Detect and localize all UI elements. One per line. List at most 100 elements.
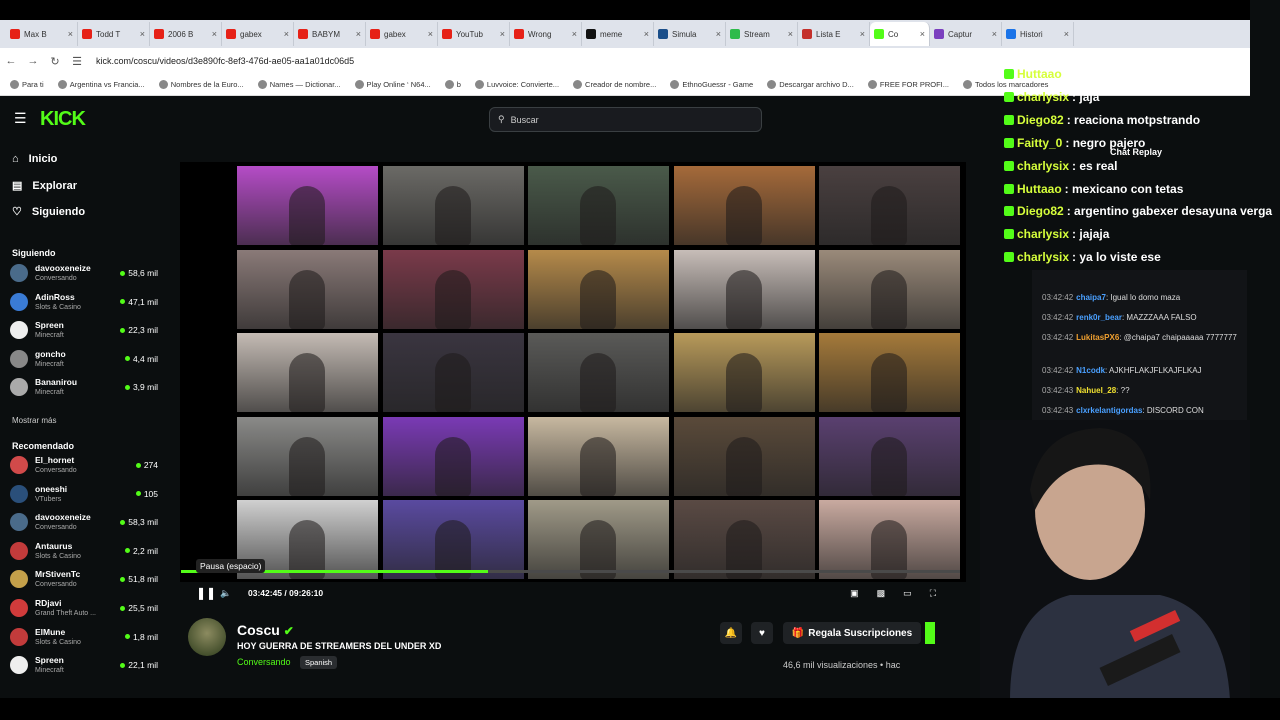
browser-tab[interactable]: gabex × bbox=[366, 22, 438, 46]
category-link[interactable]: Conversando bbox=[237, 657, 291, 667]
tab-favicon bbox=[298, 29, 308, 39]
close-icon[interactable]: × bbox=[500, 29, 505, 39]
browser-tab[interactable]: Simula × bbox=[654, 22, 726, 46]
browser-tab[interactable]: meme × bbox=[582, 22, 654, 46]
browser-tab[interactable]: Histori × bbox=[1002, 22, 1074, 46]
close-icon[interactable]: × bbox=[644, 29, 649, 39]
sidebar-channel[interactable]: davooxeneize Conversando 58,6 mil bbox=[10, 260, 158, 286]
fullscreen-icon[interactable]: ⛶ bbox=[930, 588, 936, 599]
miniplayer-icon[interactable]: ▣ bbox=[850, 588, 859, 599]
pause-icon[interactable]: ❚❚ bbox=[196, 586, 220, 600]
progress-track[interactable] bbox=[487, 570, 960, 573]
person-silhouette bbox=[871, 269, 907, 329]
bookmark-item[interactable]: Luvvoice: Convierte... bbox=[474, 80, 560, 89]
volume-icon[interactable]: 🔈 bbox=[220, 588, 248, 599]
browser-tab[interactable]: Todd T × bbox=[78, 22, 150, 46]
sidebar-channel[interactable]: Spreen Minecraft 22,1 mil bbox=[10, 652, 158, 678]
close-icon[interactable]: × bbox=[992, 29, 997, 39]
browser-tab[interactable]: BABYM × bbox=[294, 22, 366, 46]
bookmark-item[interactable]: Creador de nombre... bbox=[573, 80, 656, 89]
bookmark-label: Luvvoice: Convierte... bbox=[486, 80, 560, 89]
bookmark-item[interactable]: b bbox=[444, 80, 461, 89]
bookmark-item[interactable]: Names — Dictionar... bbox=[257, 80, 341, 89]
channel-name: Bananirou bbox=[35, 377, 78, 388]
bell-button[interactable]: 🔔 bbox=[720, 622, 742, 644]
bookmark-label: Creador de nombre... bbox=[585, 80, 657, 89]
close-icon[interactable]: × bbox=[428, 29, 433, 39]
reload-icon[interactable]: ↻ bbox=[44, 55, 66, 68]
sidebar-item-explorar[interactable]: ▤ Explorar bbox=[12, 179, 77, 193]
bookmark-item[interactable]: Nombres de la Euro... bbox=[158, 80, 244, 89]
tab-label: Lista E bbox=[816, 29, 841, 39]
close-icon[interactable]: × bbox=[1064, 29, 1069, 39]
browser-tab[interactable]: Co × bbox=[870, 22, 930, 46]
search-input[interactable]: ⚲ Buscar bbox=[489, 107, 762, 132]
channel-name: oneeshi bbox=[35, 483, 68, 494]
close-icon[interactable]: × bbox=[284, 29, 289, 39]
browser-tab[interactable]: gabex × bbox=[222, 22, 294, 46]
channel-name: Antaurus bbox=[35, 540, 73, 551]
sidebar-item-inicio[interactable]: ⌂ Inicio bbox=[12, 153, 57, 165]
close-icon[interactable]: × bbox=[920, 29, 925, 39]
sidebar-channel[interactable]: MrStivenTc Conversando 51,8 mil bbox=[10, 566, 158, 592]
window-right-edge bbox=[1250, 0, 1280, 720]
sidebar-channel[interactable]: Spreen Minecraft 22,3 mil bbox=[10, 317, 158, 343]
stream-grid-cell bbox=[673, 416, 815, 496]
chat-text: : MAZZZAAA FALSO bbox=[1121, 313, 1197, 322]
browser-tab[interactable]: Max B × bbox=[6, 22, 78, 46]
close-icon[interactable]: × bbox=[572, 29, 577, 39]
chat-replay-message: 03:42:42 renk0r_bear: MAZZZAAA FALSO bbox=[1042, 313, 1242, 323]
close-icon[interactable]: × bbox=[68, 29, 73, 39]
bookmark-item[interactable]: Argentina vs Francia... bbox=[57, 80, 145, 89]
close-icon[interactable]: × bbox=[140, 29, 145, 39]
sidebar-channel[interactable]: El_hornet Conversando 274 bbox=[10, 452, 158, 478]
streamer-name[interactable]: Coscu ✔ bbox=[237, 622, 294, 638]
close-icon[interactable]: × bbox=[212, 29, 217, 39]
theater-mode-icon[interactable]: ▭ bbox=[903, 588, 912, 599]
sidebar-item-siguiendo[interactable]: ♡ Siguiendo bbox=[12, 205, 85, 219]
video-player[interactable] bbox=[180, 162, 966, 582]
browser-tab[interactable]: Wrong × bbox=[510, 22, 582, 46]
kick-logo[interactable]: KICK bbox=[40, 108, 86, 131]
browser-tab[interactable]: Lista E × bbox=[798, 22, 870, 46]
sidebar-channel[interactable]: goncho Minecraft 4,4 mil bbox=[10, 346, 158, 372]
bookmark-item[interactable]: Para ti bbox=[10, 80, 44, 89]
close-icon[interactable]: × bbox=[356, 29, 361, 39]
close-icon[interactable]: × bbox=[860, 29, 865, 39]
person-silhouette bbox=[725, 269, 762, 329]
sidebar-channel[interactable]: RDjavi Grand Theft Auto ... 25,5 mil bbox=[10, 595, 158, 621]
follow-button-edge[interactable] bbox=[925, 622, 935, 644]
bookmark-item[interactable]: EthnoGuessr - Game bbox=[670, 80, 753, 89]
bookmark-item[interactable]: Play Online ‘ N64... bbox=[354, 80, 431, 89]
sidebar-channel[interactable]: oneeshi VTubers 105 bbox=[10, 481, 158, 507]
bookmark-item[interactable]: Descargar archivo D... bbox=[767, 80, 854, 89]
show-more-link[interactable]: Mostrar más bbox=[12, 416, 56, 425]
browser-tab[interactable]: 2006 B × bbox=[150, 22, 222, 46]
language-badge: Spanish bbox=[300, 656, 338, 669]
forward-icon[interactable]: → bbox=[22, 55, 44, 67]
bookmark-item[interactable]: FREE FOR PROFI... bbox=[867, 80, 949, 89]
site-info-icon[interactable]: ☰ bbox=[66, 55, 88, 68]
follow-button[interactable]: ♥ bbox=[751, 622, 773, 644]
theater-icon[interactable]: ▩ bbox=[877, 588, 886, 599]
back-icon[interactable]: ← bbox=[0, 55, 22, 67]
chat-username: charlysix bbox=[1017, 227, 1070, 242]
menu-icon[interactable]: ☰ bbox=[14, 110, 27, 127]
tab-label: Todd T bbox=[96, 29, 121, 39]
browser-tab[interactable]: YouTub × bbox=[438, 22, 510, 46]
tab-favicon bbox=[1006, 29, 1016, 39]
close-icon[interactable]: × bbox=[788, 29, 793, 39]
player-controls: ❚❚ 🔈 03:42:45 / 09:26:10 ▣ ▩ ▭ ⛶ bbox=[196, 584, 966, 602]
avatar[interactable] bbox=[188, 618, 226, 656]
sidebar-channel[interactable]: Antaurus Slots & Casino 2,2 mil bbox=[10, 538, 158, 564]
browser-tab[interactable]: Captur × bbox=[930, 22, 1002, 46]
sidebar-channel[interactable]: davooxeneize Conversando 58,3 mil bbox=[10, 509, 158, 535]
viewer-count: 274 bbox=[136, 460, 158, 470]
gift-subs-button[interactable]: 🎁 Regala Suscripciones bbox=[783, 622, 921, 644]
sidebar-channel[interactable]: AdinRoss Slots & Casino 47,1 mil bbox=[10, 289, 158, 315]
close-icon[interactable]: × bbox=[716, 29, 721, 39]
browser-tab[interactable]: Stream × bbox=[726, 22, 798, 46]
sidebar-channel[interactable]: Bananirou Minecraft 3,9 mil bbox=[10, 374, 158, 400]
address-bar[interactable]: kick.com/coscu/videos/d3e890fc-8ef3-476d… bbox=[96, 56, 354, 66]
sidebar-channel[interactable]: ElMune Slots & Casino 1,8 mil bbox=[10, 624, 158, 650]
